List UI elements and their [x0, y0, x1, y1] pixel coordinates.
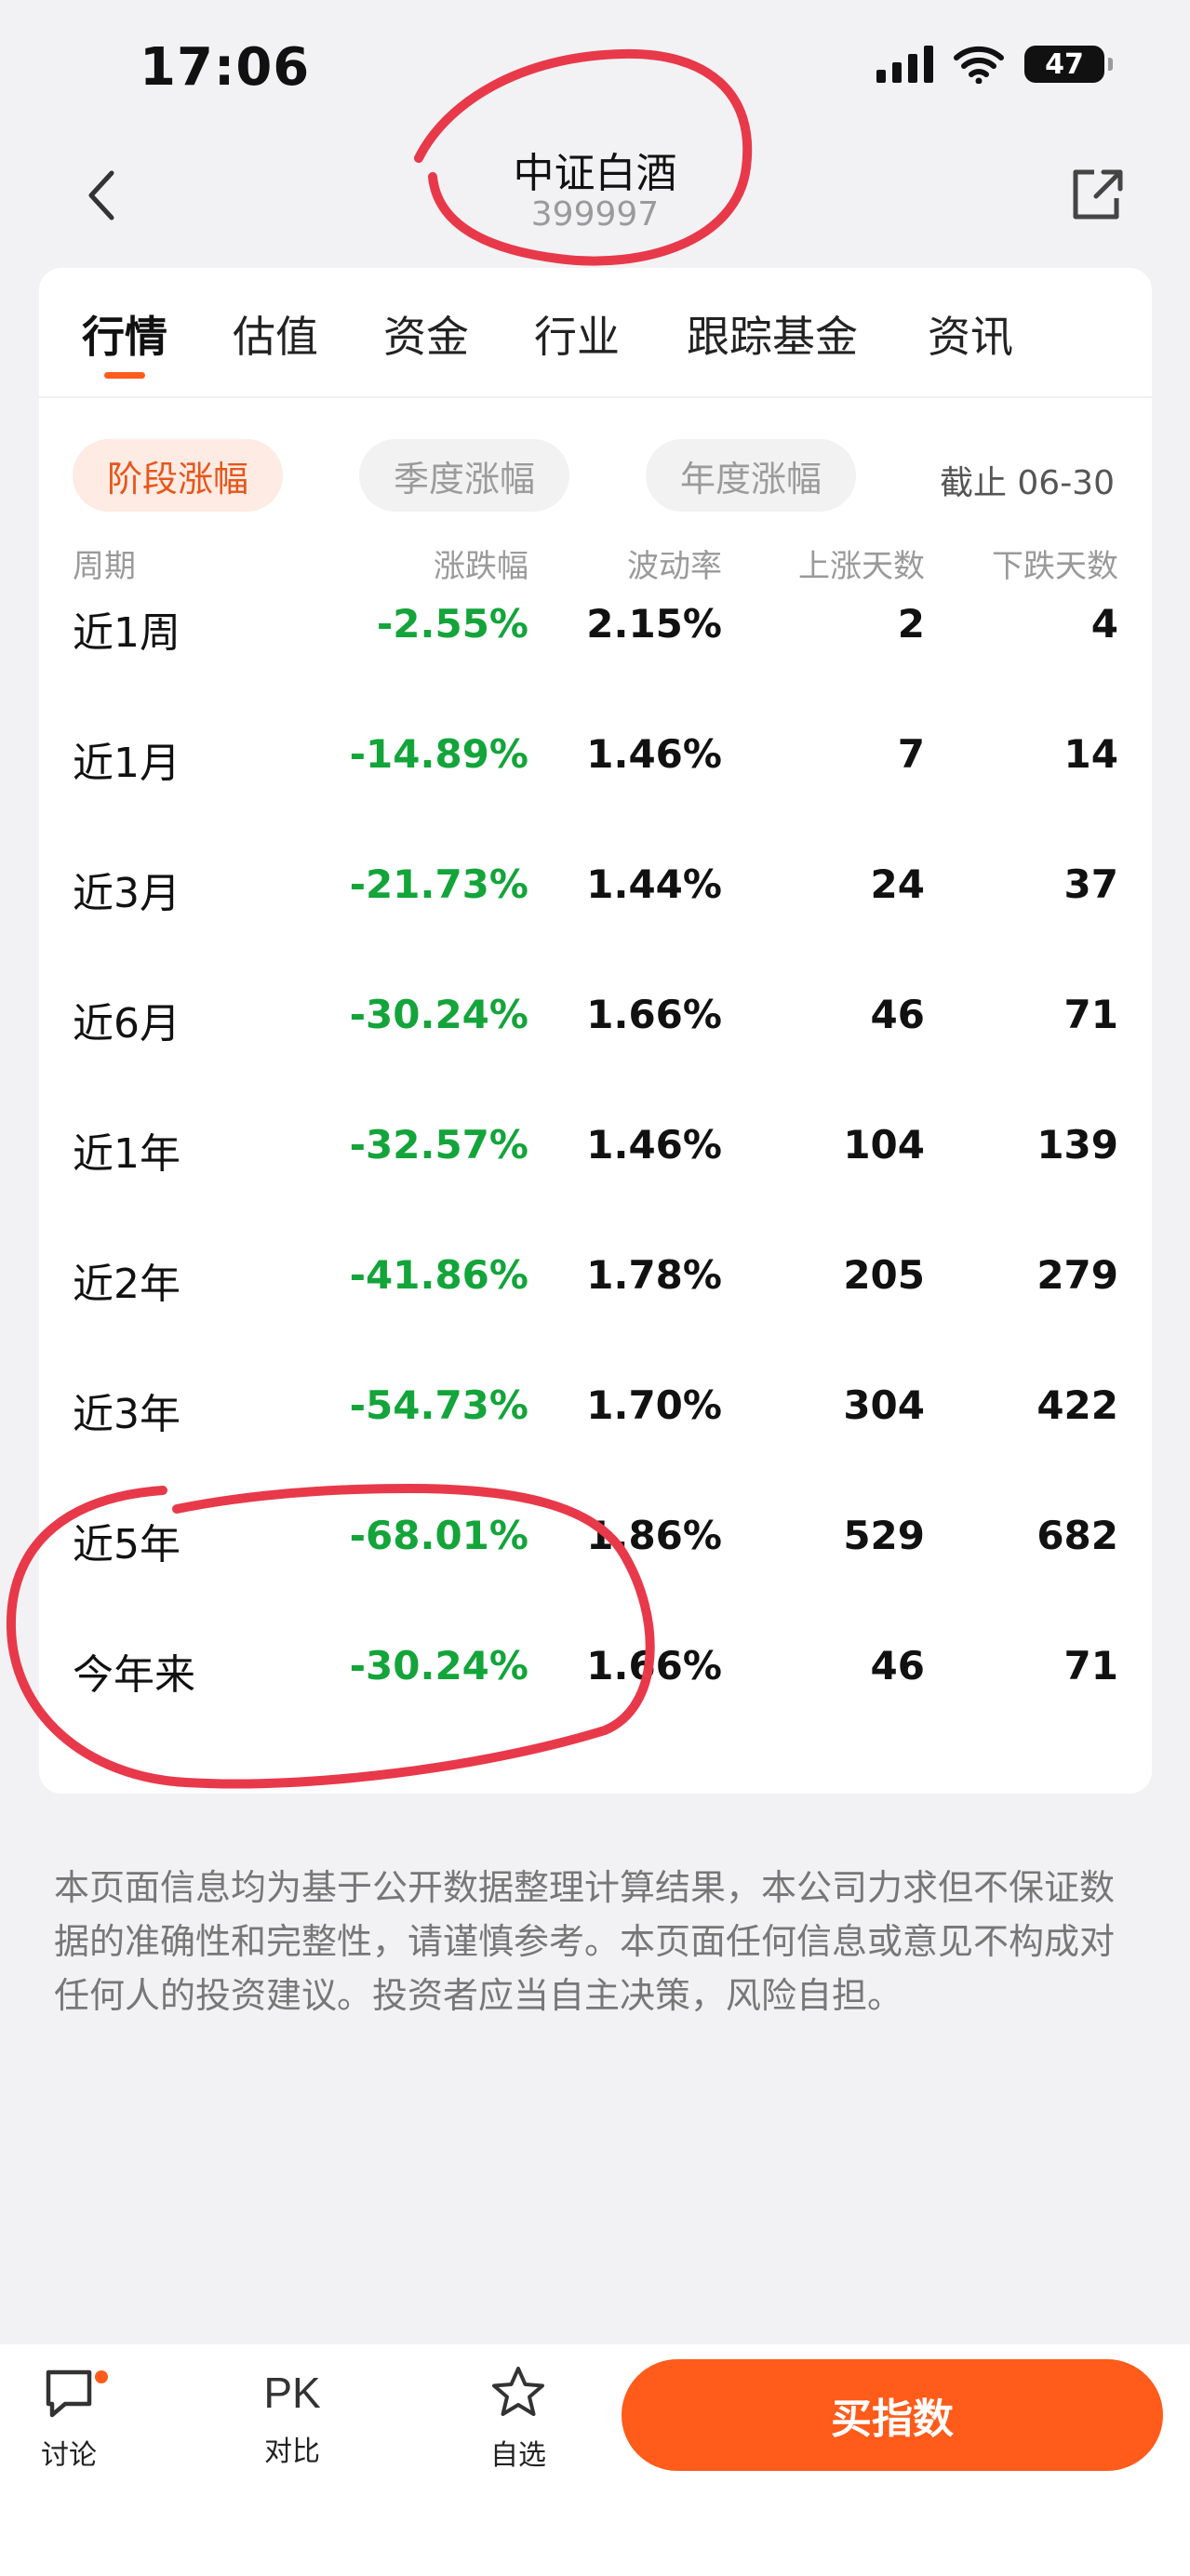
- row-volatility: 1.46%: [586, 731, 722, 777]
- battery-icon: 47: [1024, 46, 1113, 83]
- row-down-days: 71: [1063, 1643, 1118, 1688]
- discuss-button[interactable]: 讨论: [13, 2363, 125, 2473]
- row-period: 近5年: [73, 1521, 181, 1568]
- row-volatility: 1.66%: [586, 1643, 722, 1688]
- table-row: 今年来 -30.24% 1.66% 46 71: [39, 1622, 1152, 1753]
- share-icon: [1073, 169, 1123, 220]
- watchlist-button[interactable]: 自选: [462, 2363, 574, 2473]
- tab-capital[interactable]: 资金: [383, 303, 469, 365]
- row-period: 近2年: [73, 1261, 181, 1308]
- header-down-days: 下跌天数: [992, 548, 1118, 585]
- row-up-days: 7: [897, 731, 925, 777]
- row-volatility: 1.46%: [586, 1122, 722, 1168]
- signal-icon: [876, 46, 933, 83]
- row-change: -54.73%: [349, 1382, 528, 1428]
- chip-annual-return[interactable]: 年度涨幅: [646, 439, 856, 512]
- market-card: 行情 估值 资金 行业 跟踪基金 资讯 阶段涨幅 季度涨幅 年度涨幅 截止 06…: [39, 268, 1152, 1794]
- row-up-days: 304: [843, 1382, 925, 1428]
- row-volatility: 2.15%: [586, 601, 722, 647]
- table-row: 近3月 -21.73% 1.44% 24 37: [39, 841, 1152, 971]
- row-change: -14.89%: [349, 731, 528, 777]
- chip-period-return[interactable]: 阶段涨幅: [73, 439, 283, 512]
- status-bar: 17:06 47: [0, 0, 1190, 140]
- table-row: 近1周 -2.55% 2.15% 2 4: [39, 581, 1152, 711]
- row-period: 近1年: [73, 1130, 181, 1178]
- buy-index-button[interactable]: 买指数: [622, 2359, 1163, 2471]
- row-down-days: 139: [1036, 1122, 1118, 1168]
- row-volatility: 1.66%: [586, 992, 722, 1037]
- nav-header: 中证白酒 399997: [0, 140, 1190, 270]
- header-up-days: 上涨天数: [798, 548, 925, 585]
- bottom-action-bar: 讨论 PK 对比 自选 买指数: [0, 2344, 1190, 2576]
- row-change: -30.24%: [349, 1643, 528, 1688]
- tab-industry[interactable]: 行业: [534, 303, 620, 365]
- row-down-days: 71: [1063, 992, 1118, 1037]
- wifi-icon: [954, 46, 1004, 84]
- row-period: 近3年: [73, 1391, 181, 1438]
- chip-quarterly-return[interactable]: 季度涨幅: [359, 439, 569, 512]
- row-down-days: 4: [1090, 601, 1118, 647]
- star-icon: [492, 2367, 544, 2416]
- tab-valuation[interactable]: 估值: [233, 303, 318, 365]
- compare-button[interactable]: PK 对比: [236, 2363, 348, 2469]
- row-period: 近1周: [73, 609, 181, 657]
- row-down-days: 37: [1063, 861, 1118, 907]
- tab-tracking-funds[interactable]: 跟踪基金: [687, 303, 858, 365]
- battery-level: 47: [1045, 47, 1084, 81]
- row-change: -2.55%: [376, 601, 528, 647]
- row-up-days: 205: [843, 1252, 925, 1298]
- header-volatility: 波动率: [627, 548, 722, 585]
- row-up-days: 46: [870, 1643, 925, 1688]
- row-period: 近6月: [73, 1000, 181, 1048]
- pk-icon: PK: [263, 2369, 321, 2417]
- watchlist-label: 自选: [490, 2439, 546, 2472]
- row-period: 今年来: [73, 1651, 195, 1699]
- row-volatility: 1.44%: [586, 861, 722, 907]
- share-button[interactable]: [1060, 158, 1134, 233]
- table-row: 近1年 -32.57% 1.46% 104 139: [39, 1101, 1152, 1232]
- status-time: 17:06: [140, 37, 311, 98]
- row-change: -30.24%: [349, 992, 528, 1037]
- table-row: 近6月 -30.24% 1.66% 46 71: [39, 971, 1152, 1101]
- row-up-days: 46: [870, 992, 925, 1037]
- compare-label: 对比: [264, 2436, 320, 2468]
- active-tab-indicator: [104, 372, 145, 379]
- tab-market[interactable]: 行情: [82, 303, 167, 365]
- table-row: 近1月 -14.89% 1.46% 7 14: [39, 711, 1152, 841]
- as-of-date: 截止 06-30: [939, 464, 1115, 502]
- row-down-days: 682: [1036, 1513, 1118, 1558]
- header-period: 周期: [73, 548, 136, 585]
- header-change: 涨跌幅: [434, 548, 528, 585]
- row-period: 近1月: [73, 740, 181, 787]
- table-row: 近3年 -54.73% 1.70% 304 422: [39, 1362, 1152, 1492]
- row-down-days: 422: [1036, 1382, 1118, 1428]
- disclaimer-text: 本页面信息均为基于公开数据整理计算结果，本公司力求但不保证数据的准确性和完整性，…: [54, 1867, 1116, 2016]
- row-change: -68.01%: [349, 1513, 528, 1558]
- discuss-label: 讨论: [41, 2439, 97, 2472]
- row-up-days: 529: [843, 1513, 925, 1558]
- table-row: 近2年 -41.86% 1.78% 205 279: [39, 1232, 1152, 1362]
- row-down-days: 14: [1063, 731, 1118, 777]
- chat-icon: [46, 2369, 92, 2418]
- row-up-days: 104: [843, 1122, 925, 1168]
- index-code: 399997: [530, 195, 660, 234]
- row-volatility: 1.70%: [586, 1382, 722, 1428]
- row-period: 近3月: [73, 870, 181, 917]
- row-change: -21.73%: [349, 861, 528, 907]
- tab-news[interactable]: 资讯: [928, 303, 1013, 365]
- tab-bar: 行情 估值 资金 行业 跟踪基金 资讯: [39, 268, 1152, 398]
- row-up-days: 2: [897, 601, 925, 647]
- row-volatility: 1.86%: [586, 1513, 722, 1558]
- row-change: -32.57%: [349, 1122, 528, 1168]
- row-up-days: 24: [870, 861, 925, 907]
- page-title: 中证白酒: [513, 150, 677, 197]
- row-change: -41.86%: [349, 1252, 528, 1298]
- status-icons: 47: [876, 45, 1113, 84]
- table-row: 近5年 -68.01% 1.86% 529 682: [39, 1492, 1152, 1622]
- row-down-days: 279: [1036, 1252, 1118, 1298]
- row-volatility: 1.78%: [586, 1252, 722, 1298]
- notification-dot: [95, 2370, 108, 2383]
